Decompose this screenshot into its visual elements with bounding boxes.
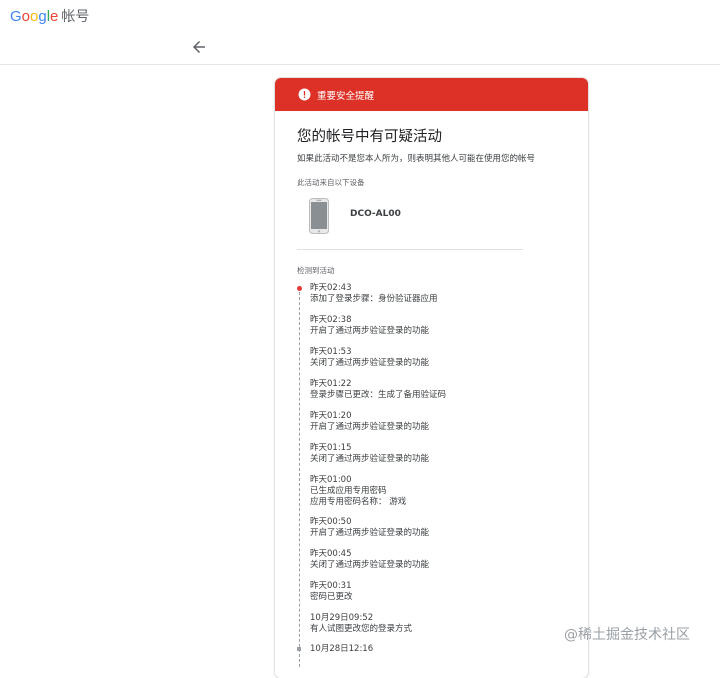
alert-text: 重要安全提醒 [317,91,375,102]
timeline-end-marker [297,647,301,651]
event-time: 昨天01:00 [310,475,352,485]
timeline-dot [297,286,302,291]
event-description: 密码已更改 [310,592,353,602]
timeline-event: 昨天01:53 关闭了通过两步验证登录的功能 [297,347,429,369]
event-description: 开启了通过两步验证登录的功能 [310,326,430,336]
event-time: 昨天00:31 [310,581,352,591]
event-description: 开启了通过两步验证登录的功能 [310,528,430,538]
event-description: 已生成应用专用密码 [310,486,387,496]
card-description: 如果此活动不是您本人所为，则表明其他人可能在使用您的帐号 [297,154,536,164]
timeline-event: 昨天02:43 添加了登录步骤：身份验证器应用 [297,283,438,305]
activity-section-label: 检测到活动 [297,266,335,275]
top-bar: Google 帐号 [0,0,720,30]
event-time: 昨天01:20 [310,411,352,421]
event-description: 开启了通过两步验证登录的功能 [310,422,430,432]
phone-icon [309,198,329,234]
event-description: 登录步骤已更改：生成了备用验证码 [310,390,447,400]
card-title: 您的帐号中有可疑活动 [297,129,442,145]
timeline-event: 昨天00:45 关闭了通过两步验证登录的功能 [297,549,429,571]
timeline-event: 10月29日09:52 有人试图更改您的登录方式 [297,613,412,635]
alert-icon [298,88,311,101]
event-time: 10月28日12:16 [310,644,374,654]
device-name: DCO-AL00 [350,209,401,219]
account-label: 帐号 [61,9,90,25]
timeline-event: 昨天01:15 关闭了通过两步验证登录的功能 [297,443,429,465]
event-time: 昨天02:43 [310,283,352,293]
event-time: 昨天00:50 [310,517,352,527]
event-time: 10月29日09:52 [310,613,374,623]
event-description: 关闭了通过两步验证登录的功能 [310,454,430,464]
event-description: 关闭了通过两步验证登录的功能 [310,358,430,368]
google-account-logo[interactable]: Google 帐号 [10,6,89,26]
timeline-event: 昨天00:31 密码已更改 [297,581,353,603]
logo-letter: g [38,8,47,25]
timeline-event: 昨天02:38 开启了通过两步验证登录的功能 [297,315,429,337]
back-arrow-icon[interactable] [190,38,208,56]
device-section-label: 此活动来自以下设备 [297,178,365,187]
logo-letter: o [21,8,31,25]
alert-banner: 重要安全提醒 [275,78,588,111]
event-time: 昨天02:38 [310,315,352,325]
logo-letter: e [50,8,59,25]
divider [297,249,523,250]
watermark: @稀土掘金技术社区 [564,627,690,643]
logo-letter: G [10,8,22,25]
timeline-event: 10月28日12:16 [297,644,373,655]
nav-bar [0,32,720,65]
event-description: 应用专用密码名称： 游戏 [310,497,407,507]
security-alert-card: 重要安全提醒 您的帐号中有可疑活动 如果此活动不是您本人所为，则表明其他人可能在… [275,78,588,678]
timeline-event: 昨天00:50 开启了通过两步验证登录的功能 [297,517,429,539]
event-description: 有人试图更改您的登录方式 [310,624,413,634]
event-time: 昨天01:53 [310,347,352,357]
event-time: 昨天01:22 [310,379,352,389]
event-time: 昨天01:15 [310,443,352,453]
timeline-event: 昨天01:00 已生成应用专用密码 应用专用密码名称： 游戏 [297,475,406,508]
timeline-event: 昨天01:22 登录步骤已更改：生成了备用验证码 [297,379,446,401]
event-description: 添加了登录步骤：身份验证器应用 [310,294,438,304]
timeline-event: 昨天01:20 开启了通过两步验证登录的功能 [297,411,429,433]
event-time: 昨天00:45 [310,549,352,559]
event-description: 关闭了通过两步验证登录的功能 [310,560,430,570]
